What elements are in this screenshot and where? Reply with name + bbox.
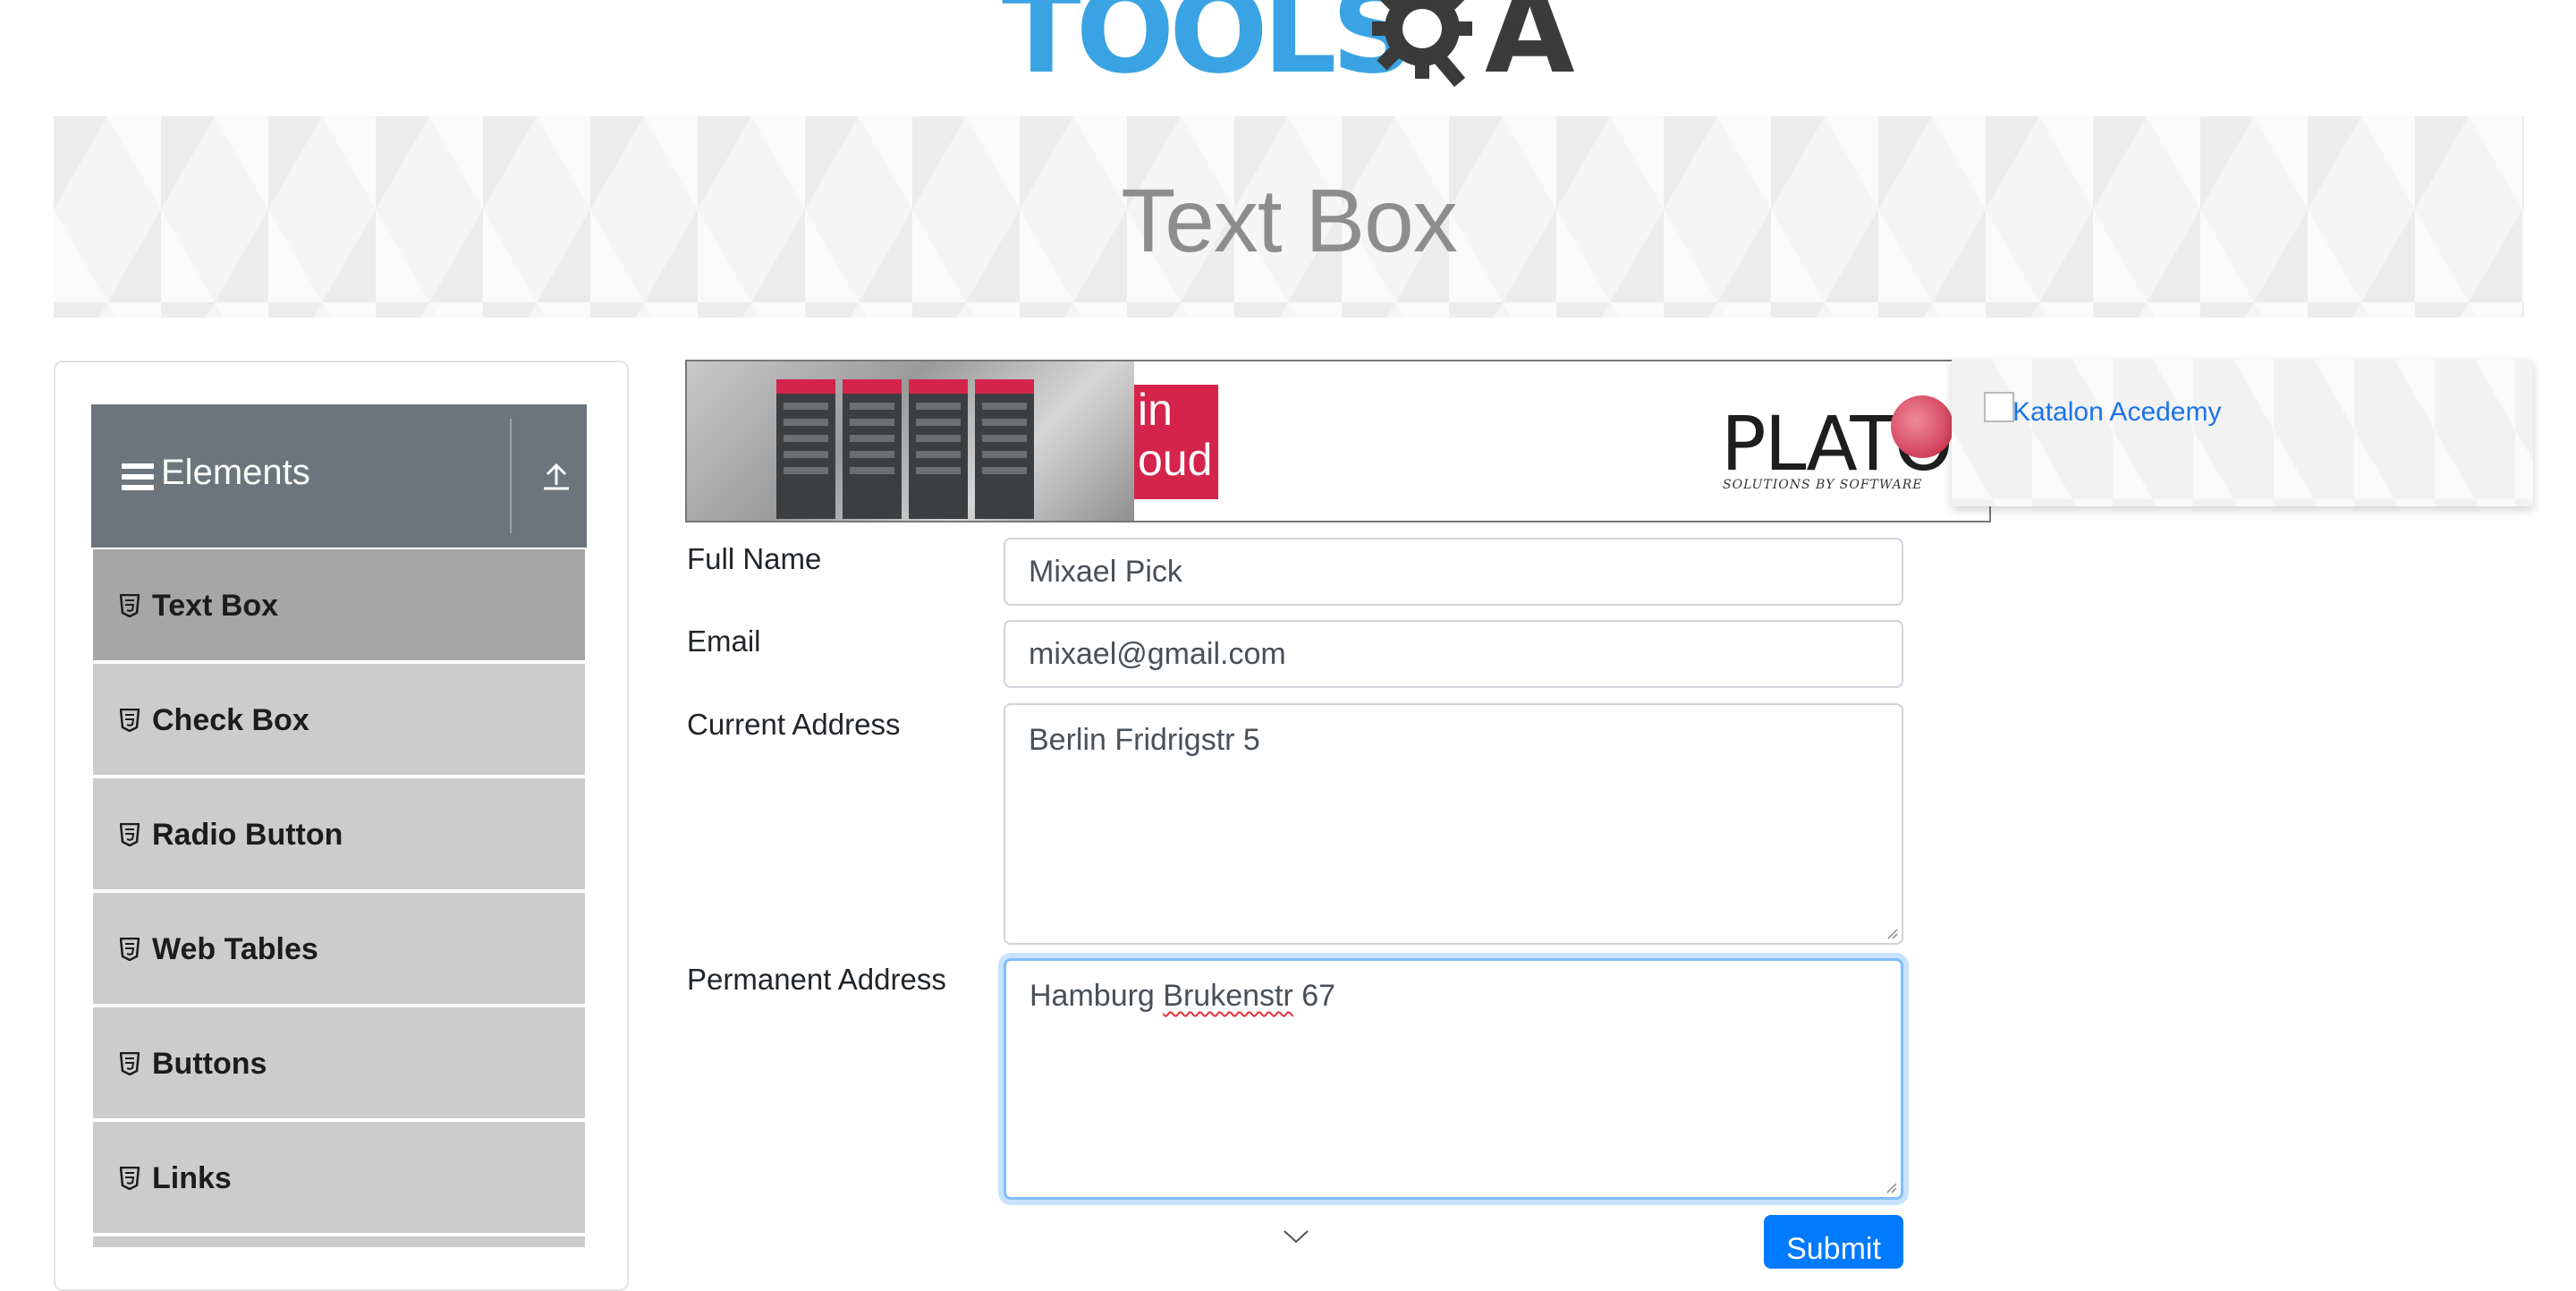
chevron-down-icon[interactable]: [1283, 1229, 1309, 1244]
resize-handle-icon[interactable]: [1883, 1179, 1897, 1193]
html5-icon: [120, 823, 140, 846]
resize-handle-icon[interactable]: [1884, 925, 1898, 939]
sidebar-item-label: Check Box: [152, 703, 309, 737]
site-logo[interactable]: TOOLS A: [1002, 0, 1583, 98]
page-title: Text Box: [1121, 171, 1458, 271]
sidebar-item-label: Links: [152, 1161, 232, 1195]
sidebar-item-buttons[interactable]: Buttons: [93, 1007, 585, 1122]
logo-text: TOOLS: [1002, 0, 1415, 99]
header-divider: [510, 419, 512, 533]
ad-cta-text: in oud: [1134, 385, 1218, 499]
html5-icon: [120, 1052, 140, 1075]
html5-icon: [120, 709, 140, 732]
full-name-label: Full Name: [687, 542, 822, 575]
broken-image-icon: [1984, 392, 2014, 422]
hamburger-icon: [122, 463, 154, 490]
gear-icon: [1372, 0, 1472, 88]
collapse-up-icon[interactable]: [538, 458, 574, 494]
ad-brand-tagline: SOLUTIONS BY SOFTWARE: [1723, 478, 1923, 492]
submit-button[interactable]: Submit: [1764, 1215, 1903, 1269]
sidebar-group-title: Elements: [161, 453, 310, 492]
permanent-address-value: Hamburg Brukenstr 67: [1030, 979, 1336, 1013]
sidebar-item-text-box[interactable]: Text Box: [93, 549, 585, 664]
sidebar-item-label: Text Box: [152, 589, 279, 623]
current-address-textarea[interactable]: Berlin Fridrigstr 5: [1004, 703, 1903, 945]
sidebar-item-links[interactable]: Links: [93, 1122, 585, 1236]
katalon-ad[interactable]: Katalon Acedemy: [1952, 360, 2533, 506]
page-banner: Text Box: [54, 116, 2524, 318]
sidebar-item-radio-button[interactable]: Radio Button: [93, 778, 585, 893]
html5-icon: [120, 938, 140, 961]
logo-suffix: A: [1485, 0, 1575, 99]
misspelled-word: Brukenstr: [1163, 979, 1293, 1013]
sidebar-item-label: Web Tables: [152, 932, 318, 966]
ad-cloud-image: [687, 361, 1134, 521]
sidebar-item-label: Radio Button: [152, 818, 343, 852]
email-label: Email: [687, 624, 761, 658]
email-input[interactable]: mixael@gmail.com: [1004, 620, 1903, 688]
sidebar-item-partial[interactable]: [93, 1236, 585, 1251]
html5-icon: [120, 1167, 140, 1190]
sidebar-item-web-tables[interactable]: Web Tables: [93, 893, 585, 1007]
sidebar-item-label: Buttons: [152, 1047, 267, 1081]
full-name-input[interactable]: Mixael Pick: [1004, 538, 1903, 606]
sidebar-item-check-box[interactable]: Check Box: [93, 664, 585, 778]
advertisement-banner[interactable]: in oud PLATO SOLUTIONS BY SOFTWARE ▷: [685, 360, 1991, 522]
katalon-ad-link[interactable]: Katalon Acedemy: [2012, 397, 2221, 428]
permanent-address-label: Permanent Address: [687, 963, 946, 996]
current-address-label: Current Address: [687, 708, 901, 741]
permanent-address-textarea[interactable]: Hamburg Brukenstr 67: [1004, 958, 1903, 1200]
sidebar-group-elements[interactable]: Elements: [91, 404, 587, 548]
html5-icon: [120, 594, 140, 617]
ad-brand-seal: [1891, 395, 1953, 458]
current-address-value: Berlin Fridrigstr 5: [1029, 723, 1260, 757]
